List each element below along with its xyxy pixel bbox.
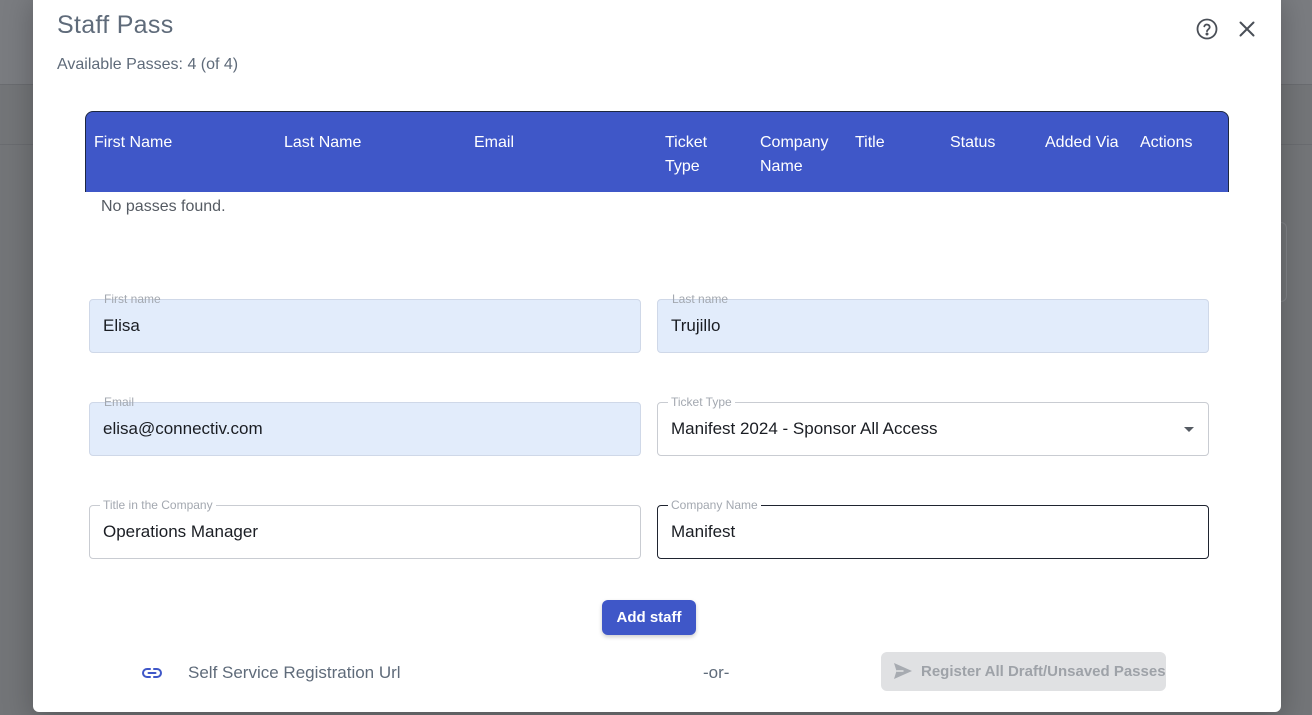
last-name-label: Last name xyxy=(672,292,729,306)
column-header-ticket-type[interactable]: Ticket Type xyxy=(665,131,707,179)
self-service-registration-link[interactable]: Self Service Registration Url xyxy=(188,663,401,683)
title-in-company-input[interactable] xyxy=(103,522,603,542)
empty-table-message: No passes found. xyxy=(101,198,226,215)
register-all-button[interactable]: Register All Draft/Unsaved Passes xyxy=(881,652,1166,691)
link-icon[interactable] xyxy=(140,661,164,685)
title-in-company-label: Title in the Company xyxy=(100,498,216,512)
passes-table: First Name Last Name Email Ticket Type Co… xyxy=(85,111,1229,215)
email-input[interactable] xyxy=(103,419,603,439)
help-button[interactable] xyxy=(1195,17,1219,41)
close-icon xyxy=(1235,17,1259,41)
column-header-company-name[interactable]: Company Name xyxy=(760,131,828,179)
column-header-first-name[interactable]: First Name xyxy=(94,131,172,155)
column-header-status[interactable]: Status xyxy=(950,131,995,155)
company-name-label: Company Name xyxy=(668,498,761,512)
modal-title: Staff Pass xyxy=(57,11,174,39)
company-name-input[interactable] xyxy=(671,522,1171,542)
column-header-added-via[interactable]: Added Via xyxy=(1045,131,1119,155)
email-label: Email xyxy=(104,395,135,409)
column-header-title[interactable]: Title xyxy=(855,131,885,155)
ticket-type-select[interactable]: Ticket Type Manifest 2024 - Sponsor All … xyxy=(657,395,1209,456)
email-field[interactable]: Email xyxy=(89,395,641,456)
column-header-email[interactable]: Email xyxy=(474,131,514,155)
ticket-type-value: Manifest 2024 - Sponsor All Access xyxy=(671,419,938,438)
last-name-field[interactable]: Last name xyxy=(657,292,1209,353)
column-header-actions: Actions xyxy=(1140,134,1193,151)
first-name-label: First name xyxy=(104,292,161,306)
send-icon xyxy=(893,662,913,680)
column-header-last-name[interactable]: Last Name xyxy=(284,131,361,155)
first-name-input[interactable] xyxy=(103,316,603,336)
or-separator: -or- xyxy=(703,663,730,682)
table-header: First Name Last Name Email Ticket Type Co… xyxy=(85,111,1229,192)
company-name-field[interactable]: Company Name xyxy=(657,498,1209,559)
staff-pass-modal: Staff Pass Available Passes: 4 (of 4) Fi… xyxy=(33,0,1281,712)
add-staff-button[interactable]: Add staff xyxy=(602,600,696,635)
help-circle-icon xyxy=(1195,17,1219,41)
chevron-down-icon[interactable] xyxy=(1184,427,1194,432)
first-name-field[interactable]: First name xyxy=(89,292,641,353)
available-passes-text: Available Passes: 4 (of 4) xyxy=(57,56,239,73)
last-name-input[interactable] xyxy=(671,316,1171,336)
close-button[interactable] xyxy=(1235,17,1259,41)
title-in-company-field[interactable]: Title in the Company xyxy=(89,498,641,559)
ticket-type-label: Ticket Type xyxy=(668,395,735,409)
register-all-label: Register All Draft/Unsaved Passes xyxy=(921,663,1166,680)
